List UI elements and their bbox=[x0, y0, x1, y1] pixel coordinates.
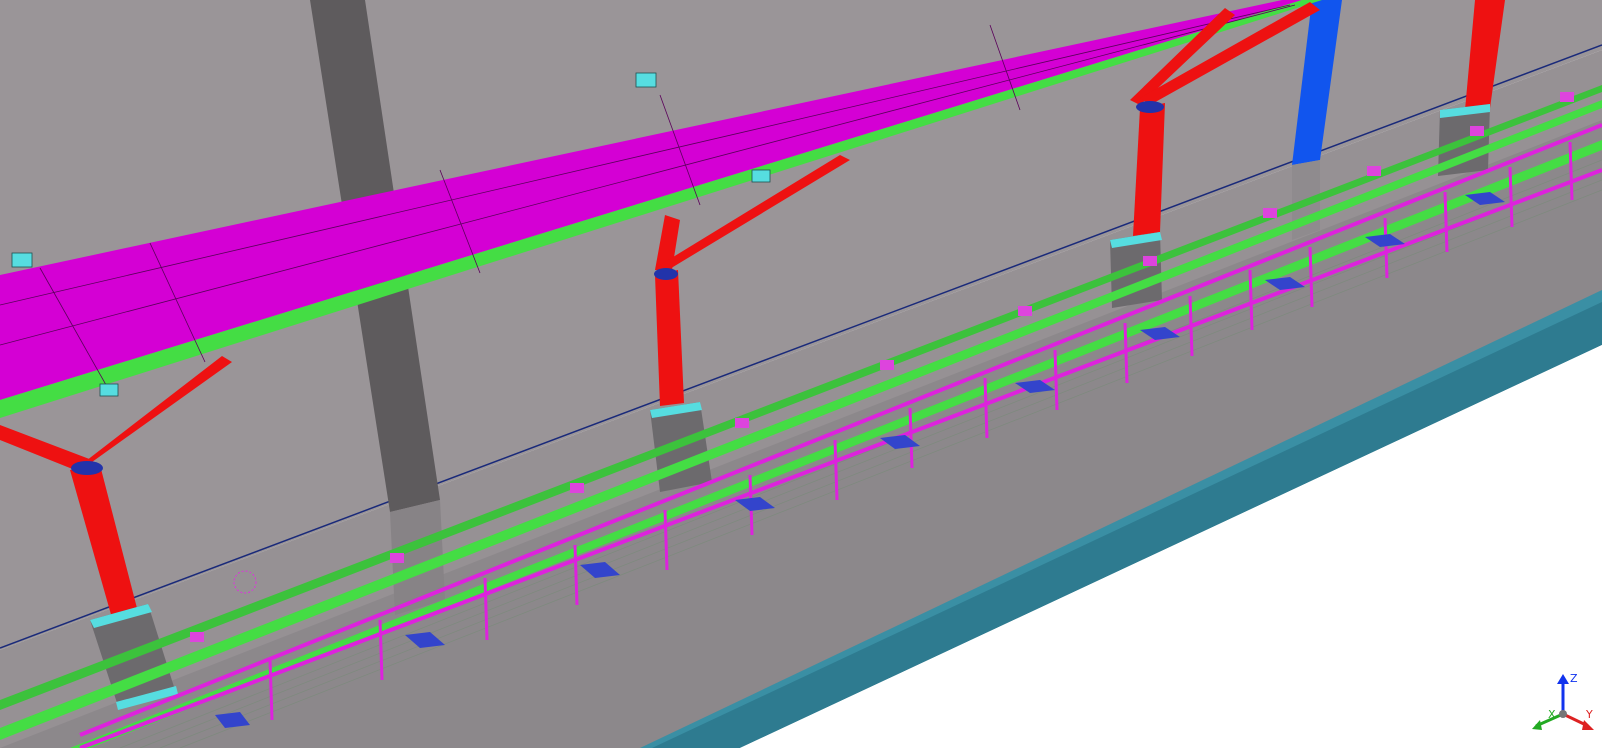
x-axis-arrow bbox=[1532, 720, 1542, 730]
axis-triad[interactable]: Z X Y bbox=[1528, 674, 1598, 744]
model-scene[interactable] bbox=[0, 0, 1602, 748]
3d-viewport[interactable]: Z X Y bbox=[0, 0, 1602, 748]
z-axis-arrow bbox=[1557, 674, 1569, 684]
y-axis-label: Y bbox=[1585, 708, 1593, 721]
x-axis-label: X bbox=[1548, 708, 1556, 721]
y-axis-arrow bbox=[1582, 720, 1594, 730]
z-axis-label: Z bbox=[1570, 674, 1578, 685]
